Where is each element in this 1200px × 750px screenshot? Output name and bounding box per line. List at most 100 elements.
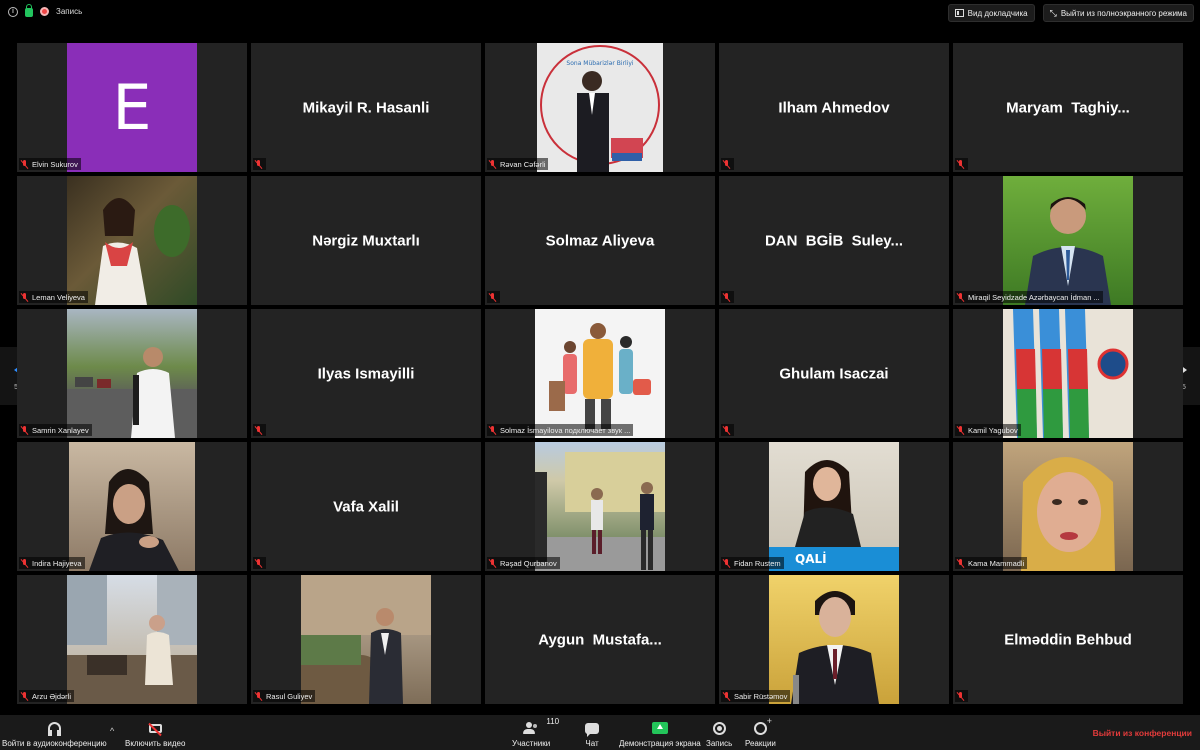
participant-video xyxy=(535,442,665,571)
recording-label: Запись xyxy=(56,7,83,16)
speaker-view-label: Вид докладчика xyxy=(967,8,1028,18)
participant-video: Sona Mübarizlər Birliyi xyxy=(537,43,663,172)
start-video-button[interactable]: Включить видео xyxy=(125,720,185,748)
join-audio-button[interactable]: Войти в аудиоконференцию xyxy=(2,720,107,748)
participants-button[interactable]: 110 Участники xyxy=(512,717,559,748)
participant-video xyxy=(301,575,431,704)
mic-muted-icon xyxy=(21,691,29,701)
mic-muted-icon xyxy=(957,159,965,169)
reactions-button[interactable]: Реакции xyxy=(745,716,776,749)
participant-tile[interactable]: QALİ Fidan Rustem xyxy=(719,442,949,571)
participant-display-name: Ilham Ahmedov xyxy=(778,99,890,116)
share-screen-icon xyxy=(651,722,668,734)
participant-tile[interactable]: Kamil Yagubov xyxy=(953,309,1183,438)
participant-tile[interactable]: Arzu Əjdərli xyxy=(17,575,247,704)
chat-button[interactable]: Чат xyxy=(585,720,599,748)
share-screen-button[interactable]: Демонстрация экрана xyxy=(619,720,701,748)
speaker-view-button[interactable]: Вид докладчика xyxy=(947,4,1035,22)
participants-icon xyxy=(523,722,539,734)
share-screen-label: Демонстрация экрана xyxy=(619,739,701,748)
participant-tile[interactable]: Leman Veliyeva xyxy=(17,176,247,305)
mic-muted-icon xyxy=(957,425,965,435)
participant-tile[interactable]: Sona Mübarizlər Birliyi Rəvan Cəfərli xyxy=(485,43,715,172)
participant-name-label: Sabir Rüstəmov xyxy=(721,690,791,702)
meeting-status: i Запись xyxy=(8,4,83,17)
mic-muted-icon xyxy=(723,425,731,435)
record-label: Запись xyxy=(706,739,733,748)
gallery-grid: E Elvin Sukurov Mikayil R. Hasanli Sona … xyxy=(17,43,1183,707)
participant-tile[interactable]: Ilyas Ismayilli xyxy=(251,309,481,438)
participant-name-label: Solmaz İsmayilova подключает звук ... xyxy=(487,424,634,436)
participant-tile[interactable]: Miraqil Seyidzade Azərbaycan İdman ... xyxy=(953,176,1183,305)
participant-video xyxy=(769,575,899,704)
participant-video: QALİ xyxy=(769,442,899,571)
mic-muted-icon xyxy=(255,558,263,568)
view-icon xyxy=(954,9,964,17)
participant-tile[interactable]: Nərgiz Muxtarlı xyxy=(251,176,481,305)
participant-display-name: Aygun Mustafa... xyxy=(538,631,662,648)
participant-tile[interactable]: Ilham Ahmedov xyxy=(719,43,949,172)
participant-display-name: Maryam Taghiy... xyxy=(1006,99,1130,116)
participant-video xyxy=(67,309,197,438)
participant-name-label xyxy=(253,424,266,436)
participant-name-label: Kamil Yagubov xyxy=(955,424,1021,436)
join-audio-label: Войти в аудиоконференцию xyxy=(2,739,107,748)
participant-video xyxy=(69,442,195,571)
participant-video xyxy=(67,176,197,305)
record-button[interactable]: Запись xyxy=(706,720,732,748)
participant-name-label xyxy=(955,690,968,702)
mic-muted-icon xyxy=(957,292,965,302)
reactions-icon xyxy=(753,716,772,735)
participant-video xyxy=(1003,309,1133,438)
participant-display-name: Elməddin Behbud xyxy=(1004,631,1132,648)
participant-name-label xyxy=(721,424,734,436)
mic-muted-icon xyxy=(723,691,731,701)
mic-muted-icon xyxy=(255,691,263,701)
mic-muted-icon xyxy=(21,558,29,568)
chat-label: Чат xyxy=(585,739,599,748)
participant-name-label xyxy=(721,158,734,170)
participant-name-label xyxy=(253,158,266,170)
participant-tile[interactable]: E Elvin Sukurov xyxy=(17,43,247,172)
mic-muted-icon xyxy=(723,292,731,302)
audio-options-chevron-icon[interactable]: ^ xyxy=(110,726,114,736)
participant-tile[interactable]: Aygun Mustafa... xyxy=(485,575,715,704)
participant-tile[interactable]: Rasul Guliyev xyxy=(251,575,481,704)
mic-muted-icon xyxy=(723,159,731,169)
participant-name-label: Elvin Sukurov xyxy=(19,158,81,170)
participant-display-name: Nərgiz Muxtarlı xyxy=(312,232,420,249)
participant-tile[interactable]: Vafa Xalil xyxy=(251,442,481,571)
participant-tile[interactable]: DAN BGİB Suley... xyxy=(719,176,949,305)
exit-fullscreen-button[interactable]: ⤡ Выйти из полноэкранного режима xyxy=(1042,4,1194,22)
participant-tile[interactable]: Elməddin Behbud xyxy=(953,575,1183,704)
participant-tile[interactable]: Solmaz Aliyeva xyxy=(485,176,715,305)
participant-name-label xyxy=(487,291,500,303)
recording-icon xyxy=(40,7,49,16)
photo-banner-text: QALİ xyxy=(795,551,827,566)
participant-video xyxy=(1003,176,1133,305)
participant-tile[interactable]: Kama Mammadli xyxy=(953,442,1183,571)
mic-muted-icon xyxy=(255,425,263,435)
participant-video xyxy=(1003,442,1133,571)
participant-tile[interactable]: Rəşad Qurbanov xyxy=(485,442,715,571)
participant-tile[interactable]: Samrin Xanlayev xyxy=(17,309,247,438)
participant-name-label xyxy=(721,291,734,303)
lock-icon[interactable] xyxy=(25,4,33,17)
mic-muted-icon xyxy=(489,425,497,435)
participant-tile[interactable]: Mikayil R. Hasanli xyxy=(251,43,481,172)
participant-tile[interactable]: Indira Hajiyeva xyxy=(17,442,247,571)
mic-muted-icon xyxy=(489,159,497,169)
leave-meeting-button[interactable]: Выйти из конференции xyxy=(1093,728,1192,738)
participant-display-name: Mikayil R. Hasanli xyxy=(302,99,430,116)
participant-tile[interactable]: Ghulam Isaczai xyxy=(719,309,949,438)
info-icon[interactable]: i xyxy=(8,6,18,17)
video-off-icon xyxy=(148,723,162,733)
participant-display-name: Ilyas Ismayilli xyxy=(317,365,415,382)
participant-tile[interactable]: Solmaz İsmayilova подключает звук ... xyxy=(485,309,715,438)
meeting-toolbar: Войти в аудиоконференцию ^ Включить виде… xyxy=(0,715,1200,750)
participant-tile[interactable]: Sabir Rüstəmov xyxy=(719,575,949,704)
participant-tile[interactable]: Maryam Taghiy... xyxy=(953,43,1183,172)
start-video-label: Включить видео xyxy=(125,739,186,748)
participant-name-label: Miraqil Seyidzade Azərbaycan İdman ... xyxy=(955,291,1103,303)
mic-muted-icon xyxy=(255,159,263,169)
